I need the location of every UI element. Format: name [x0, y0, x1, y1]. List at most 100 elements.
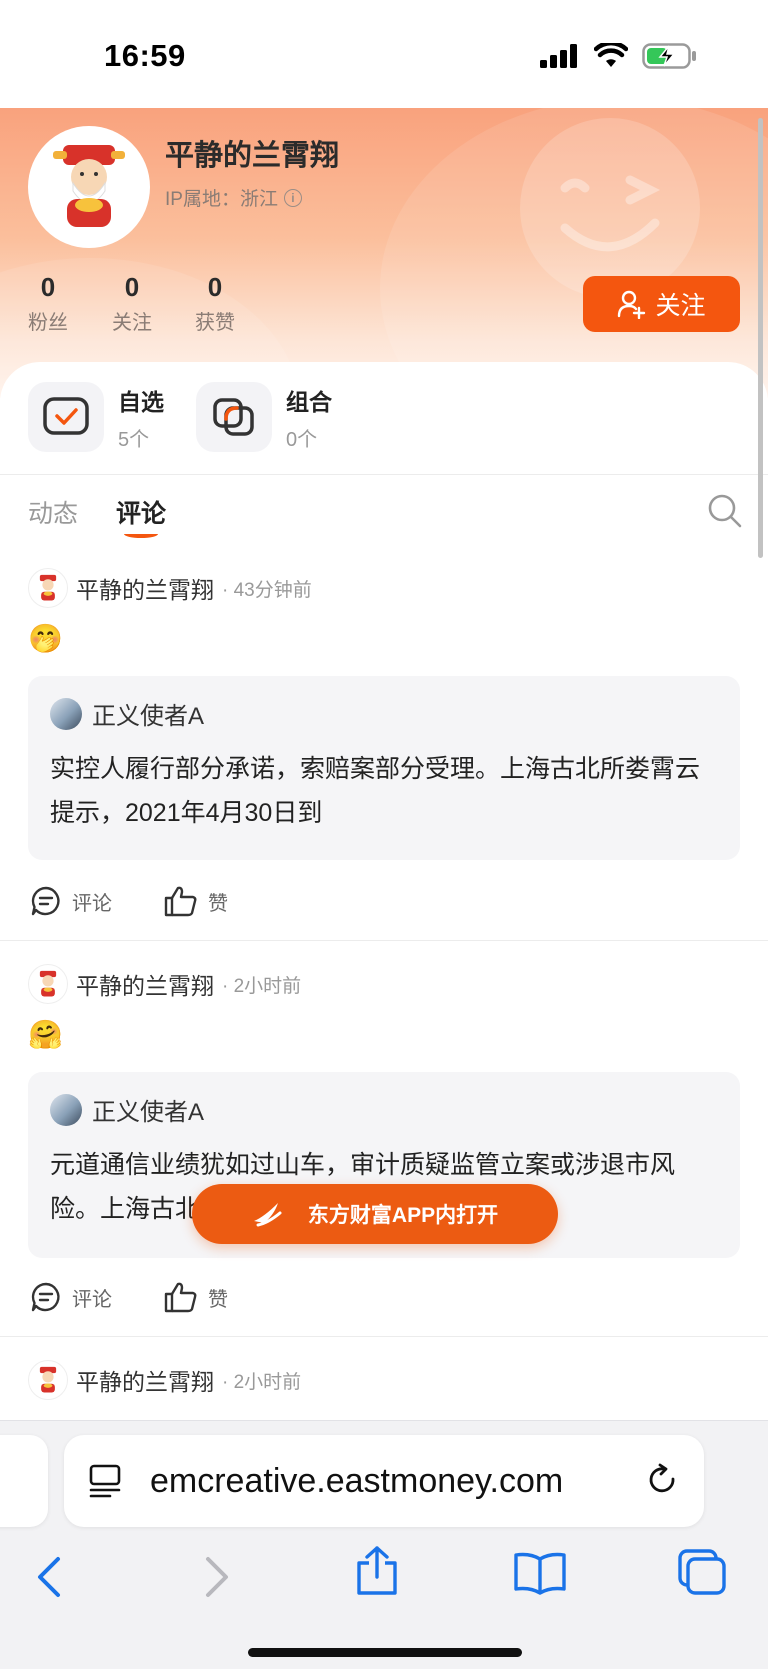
quick-link-watchlist[interactable]: 自选 5个: [28, 382, 164, 452]
fortune-god-avatar-icon: [53, 145, 125, 227]
comment-button[interactable]: 评论: [30, 1281, 112, 1313]
back-button[interactable]: [34, 1555, 64, 1604]
tab-comments[interactable]: 评论: [116, 494, 166, 530]
reload-icon[interactable]: [646, 1463, 680, 1499]
address-bar[interactable]: emcreative.eastmoney.com: [64, 1435, 704, 1527]
portfolio-icon: [196, 382, 272, 452]
battery-charging-icon: [642, 43, 696, 69]
quick-link-portfolio[interactable]: 组合 0个: [196, 382, 332, 452]
profile-header: 平静的兰霄翔 IP属地：浙江 i 0 粉丝 0 关注 0 获赞 关注: [0, 108, 768, 398]
like-button[interactable]: 赞: [164, 885, 228, 917]
post-author-row[interactable]: 平静的兰霄翔 · 2小时前: [28, 964, 301, 1004]
post-author-name[interactable]: 平静的兰霄翔: [76, 571, 214, 605]
open-in-app-button[interactable]: 东方财富APP内打开: [192, 1184, 558, 1244]
share-button[interactable]: [355, 1545, 399, 1602]
divider: [0, 1336, 768, 1337]
post-author-name[interactable]: 平静的兰霄翔: [76, 1363, 214, 1397]
ip-location-text: IP属地：浙江: [165, 189, 278, 210]
stat-likes-value: 0: [207, 272, 223, 302]
forward-button[interactable]: [202, 1555, 232, 1604]
post-author-avatar[interactable]: [28, 568, 68, 608]
post-author-name[interactable]: 平静的兰霄翔: [76, 967, 214, 1001]
quick-link-count: 5个: [118, 428, 150, 451]
url-text[interactable]: emcreative.eastmoney.com: [150, 1462, 646, 1501]
tabs-icon: [678, 1549, 726, 1595]
quote-author-avatar: [50, 697, 82, 730]
stat-fans-label: 粉丝: [28, 311, 68, 334]
thumbs-up-icon: [164, 1282, 197, 1313]
bookmarks-button[interactable]: [512, 1551, 568, 1600]
wifi-icon: [594, 43, 628, 67]
home-indicator: [248, 1648, 522, 1657]
search-button[interactable]: [707, 493, 743, 534]
divider: [0, 940, 768, 941]
comment-button[interactable]: 评论: [30, 885, 112, 917]
quote-author-row: 正义使者A: [50, 696, 718, 731]
quick-link-title: 组合: [286, 388, 332, 415]
post-time: · 2小时前: [222, 1371, 302, 1393]
share-icon: [357, 1546, 397, 1595]
chevron-left-icon: [38, 1557, 60, 1597]
scrollbar[interactable]: [758, 118, 763, 558]
post-actions: 评论 赞: [30, 1281, 228, 1313]
tab-activity[interactable]: 动态: [28, 494, 78, 530]
quick-link-count: 0个: [286, 428, 318, 451]
fortune-god-avatar-icon: [39, 574, 57, 601]
status-icons: [540, 42, 698, 70]
quote-text: 实控人履行部分承诺，索赔案部分受理。上海古北所娄霄云提示，2021年4月30日到: [50, 755, 701, 827]
stat-following[interactable]: 0 关注: [97, 273, 167, 335]
cellular-signal-icon: [540, 44, 577, 68]
quick-link-portfolio-text: 组合 0个: [286, 383, 332, 452]
post-time: · 2小时前: [222, 975, 302, 997]
comment-icon: [31, 886, 60, 916]
page-menu-icon[interactable]: [88, 1463, 122, 1499]
chevron-right-icon: [206, 1557, 228, 1597]
post-emoji: 🤗: [28, 1019, 63, 1050]
smiley-watermark-icon: [520, 118, 700, 298]
post-emoji: 🤭: [28, 623, 63, 654]
add-user-icon: [618, 290, 646, 319]
info-icon[interactable]: i: [283, 188, 302, 207]
fortune-god-avatar-icon: [39, 1366, 57, 1393]
follow-button[interactable]: 关注: [583, 276, 740, 332]
status-time: 16:59: [104, 38, 186, 73]
status-bar: 16:59: [0, 0, 768, 108]
post-author-row[interactable]: 平静的兰霄翔 · 43分钟前: [28, 568, 312, 608]
stat-fans[interactable]: 0 粉丝: [13, 273, 83, 335]
stat-likes-label: 获赞: [195, 311, 235, 334]
fortune-god-avatar-icon: [39, 970, 57, 997]
book-icon: [514, 1552, 566, 1595]
post-time: · 43分钟前: [222, 579, 312, 601]
post-author-avatar[interactable]: [28, 964, 68, 1004]
comment-label: 评论: [72, 892, 112, 915]
follow-button-label: 关注: [655, 292, 706, 320]
quote-author-name: 正义使者A: [92, 1099, 205, 1126]
tab-active-indicator: [124, 530, 158, 538]
comment-label: 评论: [72, 1288, 112, 1311]
profile-username: 平静的兰霄翔: [165, 140, 340, 172]
watchlist-icon: [28, 382, 104, 452]
open-in-app-label: 东方财富APP内打开: [307, 1204, 499, 1227]
comment-icon: [31, 1282, 60, 1312]
like-button[interactable]: 赞: [164, 1281, 228, 1313]
previous-tab-peek[interactable]: [0, 1435, 48, 1527]
eastmoney-logo-icon: [253, 1203, 282, 1227]
browser-toolbar: emcreative.eastmoney.com: [0, 1420, 768, 1669]
like-label: 赞: [208, 892, 228, 915]
search-icon: [708, 494, 742, 528]
stat-likes[interactable]: 0 获赞: [180, 273, 250, 335]
stat-fans-value: 0: [40, 272, 56, 302]
tabs-button[interactable]: [676, 1547, 728, 1602]
post-actions: 评论 赞: [30, 885, 228, 917]
stat-following-value: 0: [124, 272, 140, 302]
like-label: 赞: [208, 1288, 228, 1311]
quoted-comment[interactable]: 正义使者A 实控人履行部分承诺，索赔案部分受理。上海古北所娄霄云提示，2021年…: [28, 676, 740, 860]
quote-author-avatar: [50, 1093, 82, 1126]
profile-avatar[interactable]: [28, 126, 150, 248]
quote-author-name: 正义使者A: [92, 703, 205, 730]
post-author-row[interactable]: 平静的兰霄翔 · 2小时前: [28, 1360, 301, 1400]
quick-link-watchlist-text: 自选 5个: [118, 383, 164, 452]
browser-nav-row: [0, 1541, 768, 1621]
stat-following-label: 关注: [112, 311, 152, 334]
post-author-avatar[interactable]: [28, 1360, 68, 1400]
